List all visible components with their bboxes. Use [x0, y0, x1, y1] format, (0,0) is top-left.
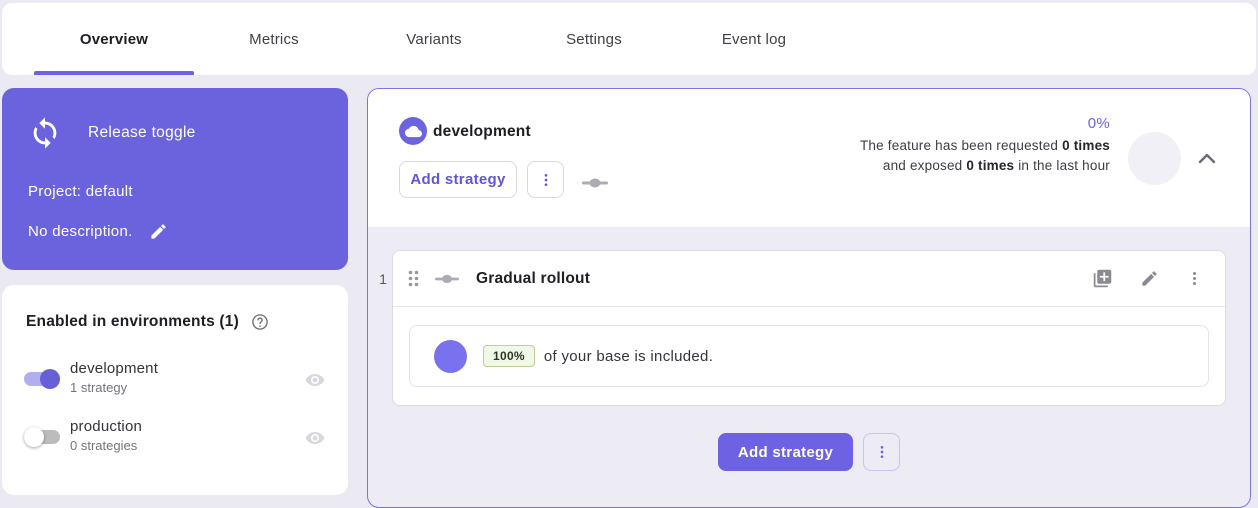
environment-panel-title: development: [433, 123, 531, 141]
environment-panel-header: development Add strategy 0% The feature …: [368, 89, 1250, 228]
environment-name: development: [70, 360, 158, 377]
header-add-strategy-label: Add strategy: [410, 171, 505, 188]
release-toggle-icon: [28, 116, 62, 150]
footer-more-actions-button[interactable]: [863, 433, 900, 471]
rollout-percentage-badge: 100%: [483, 345, 535, 367]
header-more-actions-button[interactable]: [527, 161, 564, 198]
strategy-title: Gradual rollout: [476, 270, 590, 288]
enabled-environments-title: Enabled in environments (1): [26, 313, 239, 331]
strategy-card-header: Gradual rollout: [393, 251, 1225, 307]
strategy-more-actions-button[interactable]: [1186, 270, 1203, 287]
add-strategy-label: Add strategy: [738, 444, 833, 461]
metrics-summary: 0% The feature has been requested 0 time…: [860, 115, 1110, 175]
eye-icon[interactable]: [304, 427, 326, 454]
tab-event-log[interactable]: Event log: [674, 3, 834, 75]
strategy-slider-icon: [582, 175, 608, 193]
feature-type-card: Release toggle Project: default No descr…: [2, 88, 348, 270]
kebab-icon: [1186, 270, 1203, 287]
metrics-line1-text: The feature has been requested: [860, 138, 1062, 153]
strategy-card: Gradual rollout: [392, 250, 1226, 406]
metrics-line1-bold: 0 times: [1062, 138, 1110, 153]
environment-row-development: development 1 strategy: [2, 360, 348, 404]
chevron-up-icon: [1198, 153, 1216, 164]
pencil-icon: [149, 222, 168, 241]
eye-icon[interactable]: [304, 369, 326, 396]
tab-overview[interactable]: Overview: [34, 3, 194, 75]
strategy-index: 1: [375, 271, 391, 287]
metrics-donut-chart: [1128, 132, 1181, 185]
rollout-summary-box: 100% of your base is included.: [409, 325, 1209, 387]
environment-strategy-count: 0 strategies: [70, 438, 142, 453]
production-toggle[interactable]: [24, 427, 60, 447]
tab-variants-label: Variants: [406, 31, 462, 48]
tab-metrics[interactable]: Metrics: [194, 3, 354, 75]
kebab-icon: [538, 172, 554, 188]
header-add-strategy-button[interactable]: Add strategy: [399, 161, 517, 198]
enabled-environments-card: Enabled in environments (1) development …: [2, 285, 348, 495]
metrics-percentage: 0%: [860, 115, 1110, 132]
feature-tab-bar: Overview Metrics Variants Settings Event…: [2, 3, 1256, 75]
environment-row-production: production 0 strategies: [2, 418, 348, 462]
environment-strategy-count: 1 strategy: [70, 380, 158, 395]
tab-event-log-label: Event log: [722, 31, 786, 48]
rollout-description: of your base is included.: [544, 348, 713, 365]
tab-settings[interactable]: Settings: [514, 3, 674, 75]
kebab-icon: [874, 444, 890, 460]
help-icon[interactable]: [251, 313, 269, 331]
metrics-line2-suffix: in the last hour: [1014, 158, 1110, 173]
copy-add-icon: [1092, 268, 1113, 289]
add-strategy-button[interactable]: Add strategy: [718, 433, 853, 471]
strategy-card-body: 100% of your base is included.: [393, 307, 1225, 405]
development-toggle[interactable]: [24, 369, 60, 389]
collapse-panel-button[interactable]: [1196, 147, 1218, 169]
active-tab-indicator: [34, 71, 194, 75]
tab-metrics-label: Metrics: [249, 31, 299, 48]
cloud-environment-icon: [399, 117, 427, 145]
rollout-pie-chart: [434, 340, 467, 373]
tab-settings-label: Settings: [566, 31, 622, 48]
metrics-line2-text: and exposed: [883, 158, 966, 173]
project-label: Project: default: [28, 183, 133, 200]
copy-strategy-button[interactable]: [1092, 268, 1113, 289]
panel-footer: Add strategy: [368, 433, 1250, 471]
strategy-slider-icon: [435, 274, 459, 284]
environment-name: production: [70, 418, 142, 435]
feature-type-label: Release toggle: [88, 124, 196, 142]
metrics-line2-bold: 0 times: [966, 158, 1014, 173]
environment-accordion-panel: development Add strategy 0% The feature …: [367, 88, 1251, 508]
tab-overview-label: Overview: [80, 31, 148, 48]
drag-handle[interactable]: [407, 269, 420, 288]
tab-variants[interactable]: Variants: [354, 3, 514, 75]
feature-description: No description.: [28, 223, 133, 240]
pencil-icon: [1140, 269, 1159, 288]
edit-description-button[interactable]: [149, 222, 168, 241]
edit-strategy-button[interactable]: [1140, 269, 1159, 288]
